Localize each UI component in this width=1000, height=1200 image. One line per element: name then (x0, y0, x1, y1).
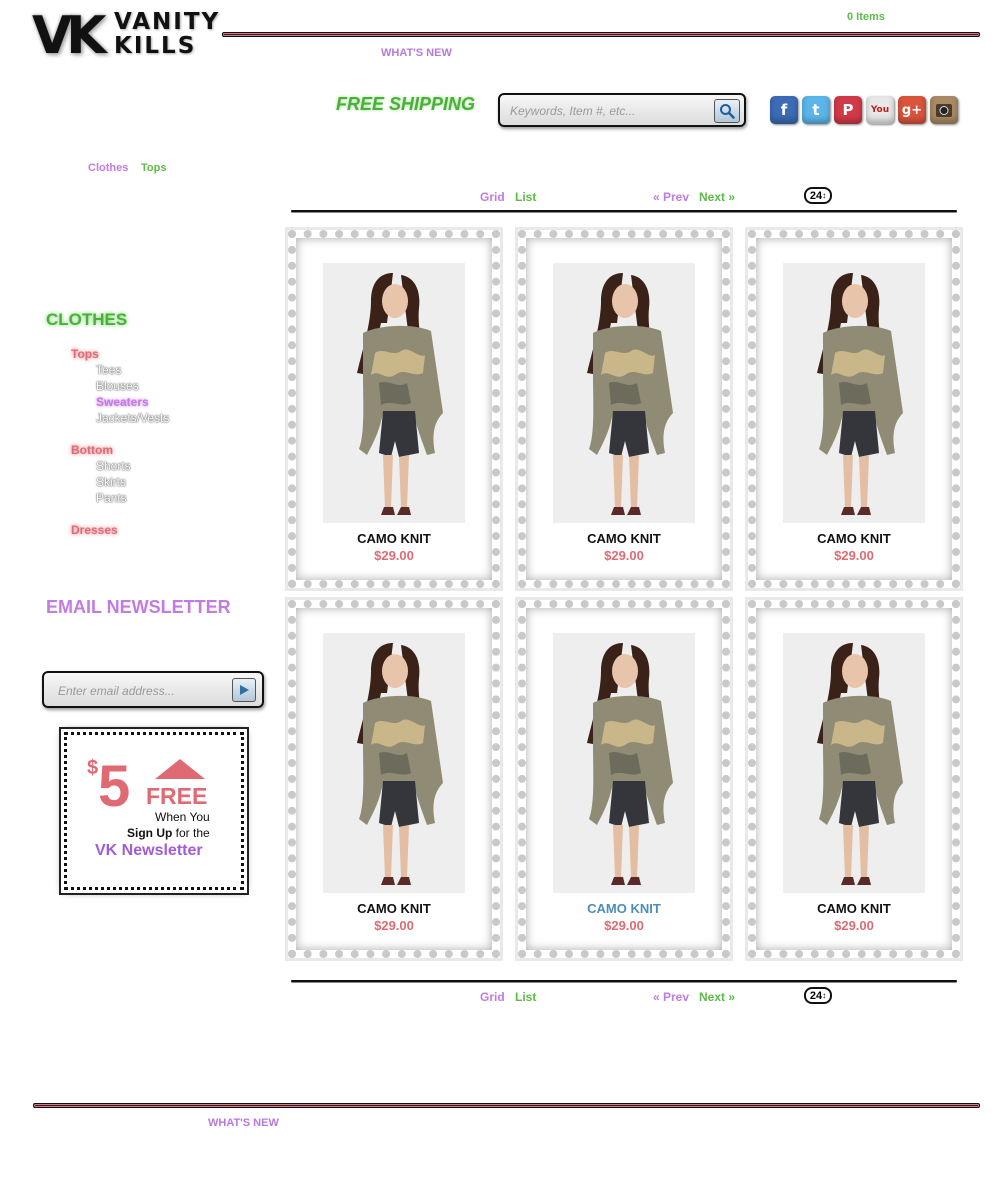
up-arrow-icon (155, 759, 205, 779)
search-icon (720, 104, 735, 119)
product-price: $29.00 (374, 918, 414, 933)
newsletter-title: EMAIL NEWSLETTER (46, 597, 231, 617)
pinterest-icon[interactable]: P (834, 96, 862, 124)
search-input[interactable] (508, 101, 712, 121)
prev-page-link-bottom[interactable]: « Prev (653, 990, 689, 1004)
product-name[interactable]: CAMO KNIT (296, 531, 492, 546)
toolbar-divider-top (291, 210, 957, 212)
per-page-value: 24 (809, 189, 823, 202)
sidebar-cat-dresses[interactable]: Dresses (71, 523, 118, 537)
product-name[interactable]: CAMO KNIT (756, 901, 952, 916)
newsletter-promo-badge[interactable]: $ 5 FREE When You Sign Up for the VK New… (64, 732, 244, 890)
toolbar-divider-bottom (291, 980, 957, 982)
newsletter-submit-button[interactable] (232, 678, 256, 702)
sidebar-cat-tops[interactable]: Tops (71, 347, 99, 361)
product-price: $29.00 (604, 548, 644, 563)
promo-line-2: Sign Up for the (127, 826, 210, 840)
product-name[interactable]: CAMO KNIT (756, 531, 952, 546)
view-grid-link-bottom[interactable]: Grid (480, 990, 505, 1004)
promo-line-1: When You (155, 810, 210, 824)
next-page-link-bottom[interactable]: Next » (699, 990, 735, 1004)
header-divider (222, 32, 980, 37)
sidebar-sub-tees[interactable]: Tees (96, 363, 121, 377)
sidebar-sub-pants[interactable]: Pants (96, 491, 127, 505)
breadcrumb-tops[interactable]: Tops (141, 162, 166, 174)
logo-wordmark: VANITY KILLS (114, 10, 220, 58)
sidebar-sub-sweaters[interactable]: Sweaters (96, 395, 149, 409)
product-price: $29.00 (834, 918, 874, 933)
product-price: $29.00 (374, 548, 414, 563)
view-grid-link[interactable]: Grid (480, 190, 505, 204)
product-image[interactable] (783, 633, 925, 893)
instagram-icon[interactable] (930, 96, 958, 124)
view-list-link[interactable]: List (515, 190, 536, 204)
promo-line-3: VK Newsletter (95, 842, 203, 859)
facebook-icon[interactable]: f (770, 96, 798, 124)
product-image[interactable] (323, 633, 465, 893)
logo-line-1: VANITY (114, 9, 221, 35)
product-card[interactable]: CAMO KNIT $29.00 (288, 230, 500, 588)
footer-divider (33, 1103, 980, 1108)
product-name[interactable]: CAMO KNIT (526, 531, 722, 546)
newsletter-form (42, 671, 264, 708)
promo-for: for the (175, 826, 210, 840)
per-page-select[interactable]: 24 ↕ (804, 187, 832, 204)
select-arrows-icon: ↕ (822, 991, 827, 1000)
logo-line-2: KILLS (114, 33, 197, 59)
sidebar-sub-blouses[interactable]: Blouses (96, 379, 139, 393)
select-arrows-icon: ↕ (822, 191, 827, 200)
play-arrow-icon (240, 685, 249, 695)
sidebar-cat-bottom[interactable]: Bottom (71, 443, 113, 457)
google-plus-icon[interactable]: g+ (898, 96, 926, 124)
product-image[interactable] (553, 263, 695, 523)
prev-page-link[interactable]: « Prev (653, 190, 689, 204)
product-card[interactable]: CAMO KNIT $29.00 (518, 600, 730, 958)
product-image[interactable] (553, 633, 695, 893)
social-links: f t P You g+ (770, 96, 958, 124)
promo-amount: 5 (98, 754, 131, 819)
cart-items-link[interactable]: 0 Items (847, 11, 885, 23)
product-card[interactable]: CAMO KNIT $29.00 (748, 230, 960, 588)
logo-initials: VK (32, 6, 107, 66)
per-page-select-bottom[interactable]: 24 ↕ (804, 987, 832, 1004)
product-name[interactable]: CAMO KNIT (296, 901, 492, 916)
search-button[interactable] (714, 99, 740, 123)
product-image[interactable] (323, 263, 465, 523)
vanity-kills-logo[interactable]: VK VANITY KILLS (30, 6, 218, 70)
free-shipping-banner: FREE SHIPPING (336, 94, 476, 114)
promo-dollar-sign: $ (87, 757, 99, 779)
nav-whats-new[interactable]: WHAT'S NEW (381, 47, 452, 59)
promo-signup: Sign Up (127, 826, 173, 840)
product-card[interactable]: CAMO KNIT $29.00 (288, 600, 500, 958)
sidebar-sub-skirts[interactable]: Skirts (96, 475, 126, 489)
footer-whats-new[interactable]: WHAT'S NEW (208, 1117, 279, 1129)
view-list-link-bottom[interactable]: List (515, 990, 536, 1004)
camera-glyph (936, 104, 952, 117)
next-page-link[interactable]: Next » (699, 190, 735, 204)
product-image[interactable] (783, 263, 925, 523)
product-price: $29.00 (834, 548, 874, 563)
sidebar-title: CLOTHES (46, 310, 128, 329)
youtube-icon[interactable]: You (866, 96, 894, 124)
product-price: $29.00 (604, 918, 644, 933)
product-card[interactable]: CAMO KNIT $29.00 (748, 600, 960, 958)
sidebar-sub-shorts[interactable]: Shorts (96, 459, 131, 473)
breadcrumb-clothes[interactable]: Clothes (88, 162, 128, 174)
sidebar-sub-jackets-vests[interactable]: Jackets/Vests (96, 411, 169, 425)
product-card[interactable]: CAMO KNIT $29.00 (518, 230, 730, 588)
search-box (498, 93, 746, 127)
email-field[interactable] (56, 682, 220, 700)
promo-free: FREE (146, 783, 208, 809)
per-page-value-bottom: 24 (809, 989, 823, 1002)
twitter-icon[interactable]: t (802, 96, 830, 124)
product-name[interactable]: CAMO KNIT (526, 901, 722, 916)
